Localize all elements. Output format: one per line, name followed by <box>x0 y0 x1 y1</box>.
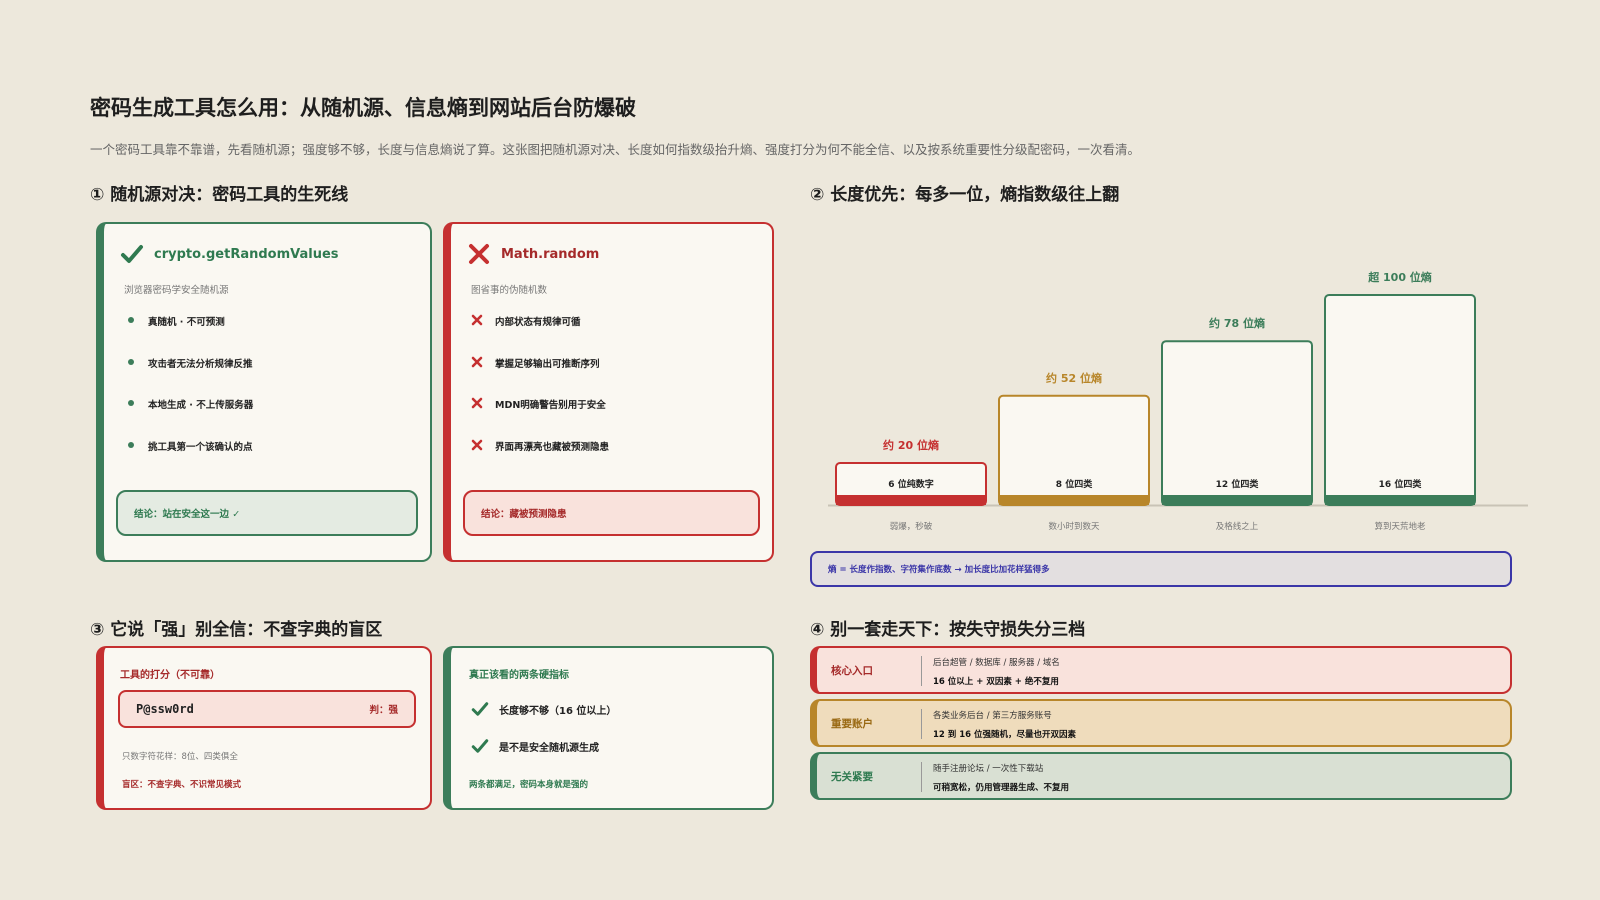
bar-description-label: 数小时到数天 <box>1048 521 1100 532</box>
crypto-random-conclusion: 结论：站在安全这一边 ✓ <box>116 490 418 536</box>
list-item: MDN明确警告别用于安全 <box>471 397 609 439</box>
crypto-random-card: crypto.getRandomValues 浏览器密码学安全随机源 真随机 ·… <box>96 222 432 562</box>
math-random-desc: 图省事的伪随机数 <box>471 285 548 296</box>
crypto-random-points: 真随机 · 不可预测 攻击者无法分析规律反推 本地生成 · 不上传服务器 挑工具… <box>124 314 253 480</box>
cross-icon <box>471 314 483 326</box>
bullet-dot-icon <box>128 441 134 448</box>
bullet-dot-icon <box>128 317 134 323</box>
bar-cap-2 <box>999 495 1149 505</box>
tool-score-title: 工具的打分（不可靠） <box>120 670 220 681</box>
cross-icon <box>471 356 483 367</box>
tier-important: 重要账户 各类业务后台 / 第三方服务账号 12 到 16 位强随机，尽量也开双… <box>810 699 1512 747</box>
tier-divider <box>921 656 922 686</box>
page-title: 密码生成工具怎么用：从随机源、信息熵到网站后台防爆破 <box>90 96 636 120</box>
cross-icon <box>469 244 489 264</box>
blind-spot-note: 盲区：不查字典、不识常见模式 <box>122 780 242 790</box>
check-icon <box>471 739 489 753</box>
tier-minor: 无关紧要 随手注册论坛 / 一次性下载站 可稍宽松，仍用管理器生成、不复用 <box>810 752 1512 800</box>
cross-icon <box>471 397 483 409</box>
section-4-title: ④ 别一套走天下：按失守损失分三档 <box>810 620 1086 640</box>
cross-icon <box>471 439 483 450</box>
section-2-title: ② 长度优先：每多一位，熵指数级往上翻 <box>810 185 1120 205</box>
list-item: 掌握足够输出可推断序列 <box>471 356 609 398</box>
hard-metrics-card: 真正该看的两条硬指标 长度够不够（16 位以上） 是不是安全随机源生成 两条都满… <box>443 646 774 810</box>
bar-cap-4 <box>1325 495 1475 505</box>
bar-description-label: 弱爆，秒破 <box>890 521 933 532</box>
bar-description-label: 算到天荒地老 <box>1374 521 1426 532</box>
math-random-card: Math.random 图省事的伪随机数 内部状态有规律可循 掌握足够输出可推断… <box>443 222 774 562</box>
math-random-points: 内部状态有规律可循 掌握足够输出可推断序列 MDN明确警告别用于安全 界面再漂亮… <box>471 314 609 480</box>
entropy-bar-chart: 6 位纯数字约 20 位熵弱爆，秒破 8 位四类 约 52 位熵数小时到数天 12 位… <box>828 270 1528 532</box>
bar-category-label: 16 位四类 <box>1379 478 1423 490</box>
list-item: 长度够不够（16 位以上） <box>471 700 616 718</box>
list-item: 内部状态有规律可循 <box>471 314 609 356</box>
check-icon <box>121 245 143 263</box>
hard-metrics-footer: 两条都满足，密码本身就是强的 <box>469 780 589 790</box>
section-1-title: ① 随机源对决：密码工具的生死线 <box>90 185 349 205</box>
tier-core: 核心入口 后台超管 / 数据库 / 服务器 / 域名 16 位以上 + 双因素 … <box>810 646 1512 694</box>
tier-divider <box>921 762 922 792</box>
bar-value-label: 约 20 位熵 <box>883 438 939 452</box>
tier-rule: 16 位以上 + 双因素 + 绝不复用 <box>933 677 1059 687</box>
bar-category-label: 8 位四类 <box>1056 478 1093 490</box>
bar-value-label: 约 52 位熵 <box>1046 371 1102 385</box>
bar-description-label: 及格线之上 <box>1216 521 1259 532</box>
password-score-box: P@ssw0rd 判：强 <box>118 690 416 728</box>
tier-examples: 后台超管 / 数据库 / 服务器 / 域名 <box>933 658 1060 668</box>
tool-score-card: 工具的打分（不可靠） P@ssw0rd 判：强 只数字符花样：8位、四类俱全 盲… <box>96 646 432 810</box>
bar-4 <box>1324 294 1476 506</box>
math-random-conclusion: 结论：藏被预测隐患 <box>463 490 760 536</box>
math-random-name: Math.random <box>501 246 600 262</box>
bar-value-label: 约 78 位熵 <box>1209 316 1265 330</box>
crypto-random-name: crypto.getRandomValues <box>154 246 339 262</box>
page-subtitle: 一个密码工具靠不靠谱，先看随机源；强度够不够，长度与信息熵说了算。这张图把随机源… <box>90 142 1141 157</box>
bullet-dot-icon <box>128 358 134 365</box>
hard-metrics-title: 真正该看的两条硬指标 <box>469 670 569 681</box>
entropy-formula-note: 熵 = 长度作指数、字符集作底数 → 加长度比加花样猛得多 <box>810 551 1512 587</box>
bullet-dot-icon <box>128 400 134 406</box>
bar-value-label: 超 100 位熵 <box>1367 270 1432 284</box>
list-item: 本地生成 · 不上传服务器 <box>124 397 253 439</box>
tier-examples: 各类业务后台 / 第三方服务账号 <box>933 711 1052 721</box>
bar-cap-1 <box>836 495 986 505</box>
score-basis-note: 只数字符花样：8位、四类俱全 <box>122 752 238 762</box>
bar-category-label: 12 位四类 <box>1216 478 1260 490</box>
tier-rule: 12 到 16 位强随机，尽量也开双因素 <box>933 730 1077 740</box>
list-item: 攻击者无法分析规律反推 <box>124 356 253 398</box>
tier-divider <box>921 709 922 739</box>
check-icon <box>471 702 489 716</box>
tier-name: 重要账户 <box>831 718 873 730</box>
list-item: 真随机 · 不可预测 <box>124 314 253 356</box>
list-item: 界面再漂亮也藏被预测隐患 <box>471 439 609 481</box>
list-item: 挑工具第一个该确认的点 <box>124 439 253 481</box>
sample-password: P@ssw0rd <box>136 702 194 716</box>
crypto-random-desc: 浏览器密码学安全随机源 <box>124 285 229 296</box>
tier-examples: 随手注册论坛 / 一次性下载站 <box>933 764 1044 774</box>
bar-category-label: 6 位纯数字 <box>888 478 933 490</box>
strength-verdict: 判：强 <box>369 705 398 716</box>
tier-rule: 可稍宽松，仍用管理器生成、不复用 <box>933 783 1070 793</box>
bar-cap-3 <box>1162 495 1312 505</box>
list-item: 是不是安全随机源生成 <box>471 737 599 755</box>
tier-name: 无关紧要 <box>831 771 873 783</box>
tier-name: 核心入口 <box>831 665 873 677</box>
section-3-title: ③ 它说「强」别全信：不查字典的盲区 <box>90 620 383 640</box>
